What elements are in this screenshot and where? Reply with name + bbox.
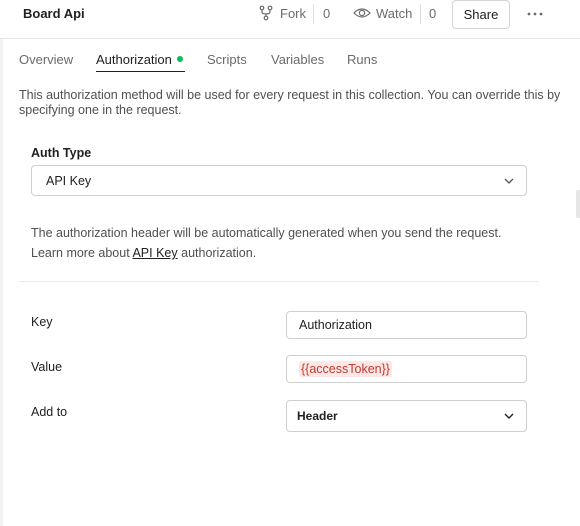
active-tab-indicator bbox=[96, 71, 185, 72]
eye-icon[interactable] bbox=[353, 6, 371, 20]
tab-overview[interactable]: Overview bbox=[19, 52, 73, 67]
chevron-down-icon bbox=[504, 413, 514, 419]
watch-divider bbox=[420, 4, 421, 24]
auth-learn-more-line: Learn more about API Key authorization. bbox=[31, 243, 551, 263]
left-frame-edge bbox=[0, 38, 3, 526]
auth-type-value: API Key bbox=[46, 173, 92, 188]
key-input-value: Authorization bbox=[299, 318, 372, 332]
add-to-select[interactable]: Header bbox=[286, 400, 527, 432]
auth-type-select[interactable]: API Key bbox=[31, 165, 527, 196]
tab-variables[interactable]: Variables bbox=[271, 52, 324, 67]
value-label: Value bbox=[31, 360, 63, 374]
key-input[interactable]: Authorization bbox=[286, 311, 527, 339]
fork-icon[interactable] bbox=[258, 5, 274, 21]
right-panel-handle[interactable] bbox=[576, 190, 580, 218]
add-to-label: Add to bbox=[31, 405, 68, 419]
auth-intro-text: This authorization method will be used f… bbox=[19, 88, 561, 117]
add-to-value: Header bbox=[297, 409, 338, 423]
auth-type-label: Auth Type bbox=[31, 146, 92, 160]
fork-button[interactable]: Fork bbox=[280, 6, 306, 21]
watch-button[interactable]: Watch bbox=[376, 6, 412, 21]
authorization-status-dot bbox=[177, 56, 183, 62]
collection-header: Board Api Fork 0 Watch 0 Share bbox=[0, 0, 580, 39]
value-input[interactable]: {{accessToken}} bbox=[286, 355, 527, 383]
learn-more-suffix: authorization. bbox=[177, 246, 257, 260]
auth-help-line: The authorization header will be automat… bbox=[31, 226, 502, 240]
chevron-down-icon bbox=[504, 178, 514, 184]
more-options-icon[interactable] bbox=[527, 12, 543, 16]
section-divider bbox=[19, 281, 539, 282]
access-token-variable: {{accessToken}} bbox=[299, 361, 392, 377]
collection-title: Board Api bbox=[23, 6, 85, 21]
share-button[interactable]: Share bbox=[452, 0, 510, 29]
learn-more-prefix: Learn more about bbox=[31, 246, 133, 260]
watch-count[interactable]: 0 bbox=[429, 6, 436, 21]
auth-help-note: The authorization header will be automat… bbox=[31, 223, 551, 263]
fork-count[interactable]: 0 bbox=[323, 6, 330, 21]
api-key-doc-link[interactable]: API Key bbox=[132, 246, 177, 260]
key-label: Key bbox=[31, 315, 53, 329]
fork-divider bbox=[313, 4, 314, 24]
tab-runs[interactable]: Runs bbox=[347, 52, 377, 67]
tab-scripts[interactable]: Scripts bbox=[207, 52, 247, 67]
tab-authorization[interactable]: Authorization bbox=[96, 52, 172, 67]
